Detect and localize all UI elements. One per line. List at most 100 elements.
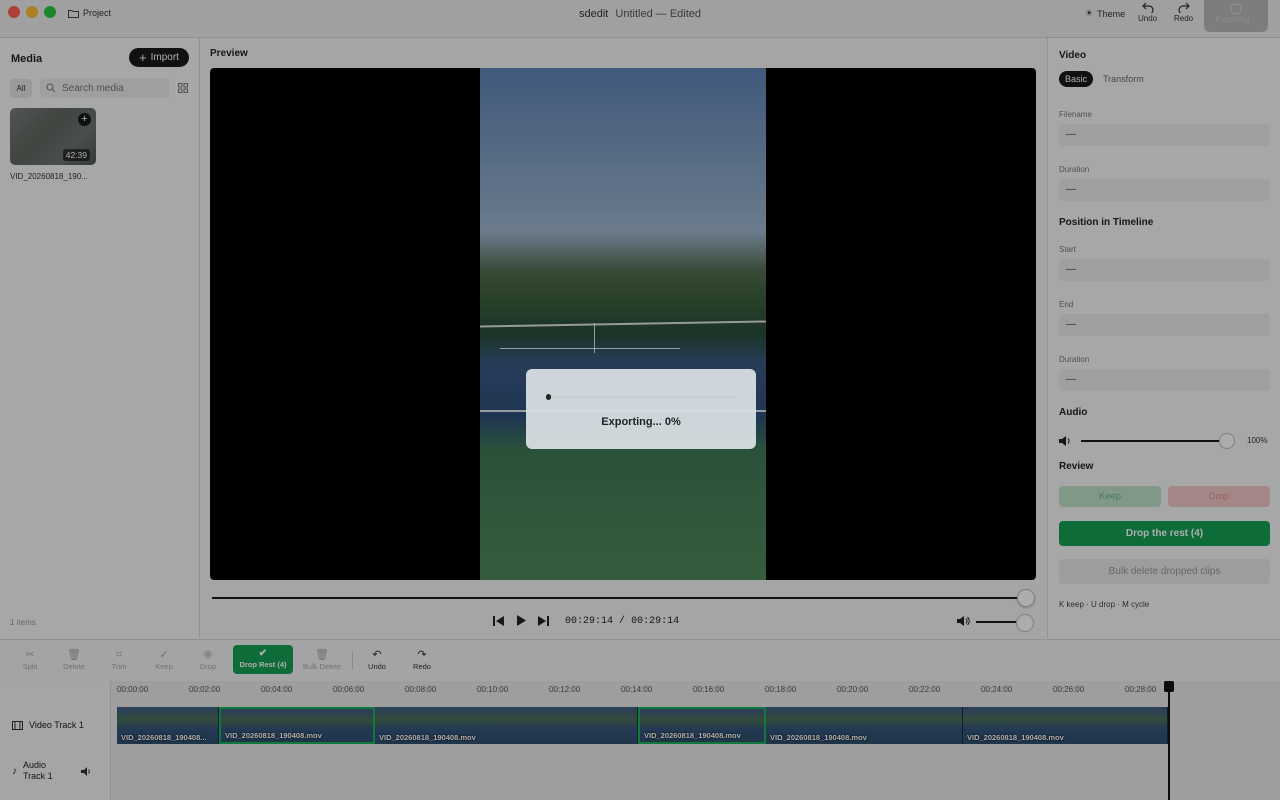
clip-name: VID_20260818_190408.mov [225,731,322,740]
keep-button[interactable]: Keep [1059,486,1161,507]
undo-label: Undo [1138,14,1158,23]
export-icon [1231,4,1241,14]
ruler-tick-label: 00:00:00 [117,685,149,694]
start-field: — [1059,259,1270,281]
window-close-button[interactable] [8,6,20,18]
preview-title: Preview [210,48,248,59]
x-circle-icon: ⊗ [203,649,213,661]
media-thumbnail[interactable]: + 42:39 [10,108,96,165]
ruler-tick-label: 00:28:00 [1125,685,1157,694]
speaker-icon [1059,436,1070,446]
redo-icon: ↷ [417,649,427,661]
preview-panel: Preview 00:29:14 / 00:29:14 [200,38,1046,638]
import-label: Import [150,52,179,63]
undo-icon: ↶ [372,649,382,661]
edit-toolbar: ✂ Split 🗑 Delete ⌗ Trim ✓ Keep ⊗ Drop ✔ … [0,639,1280,681]
trim-tool[interactable]: ⌗ Trim [99,648,139,671]
bulk-delete-button[interactable]: Bulk delete dropped clips [1059,559,1270,584]
delete-tool[interactable]: 🗑 Delete [54,648,94,671]
timeline-clip[interactable]: VID_20260818_190408.mov [963,707,1168,744]
drop-button[interactable]: Drop [1168,486,1270,507]
audio-section-title: Audio [1059,407,1088,418]
split-tool[interactable]: ✂ Split [10,648,50,671]
court-line [594,323,595,353]
end-field: — [1059,314,1270,336]
ruler-tick-label: 00:22:00 [909,685,941,694]
volume-knob[interactable] [1016,614,1034,632]
undo-tool[interactable]: ↶ Undo [357,648,397,671]
tab-basic[interactable]: Basic [1059,71,1094,87]
audio-volume-knob[interactable] [1219,433,1235,449]
filename-field: — [1059,124,1270,146]
clip-name: VID_20260818_190408.mov [770,733,867,742]
video-section-title: Video [1059,50,1087,61]
skip-forward-icon[interactable] [538,615,549,626]
redo-label: Redo [1174,14,1194,23]
project-label: Project [83,8,112,18]
volume-icon[interactable] [957,616,970,626]
media-duration: 42:39 [62,149,90,161]
playback-scrubber[interactable] [212,589,1035,607]
redo-tool[interactable]: ↷ Redo [402,648,442,671]
bulk-delete-tool[interactable]: 🗑 Bulk Delete [300,648,344,671]
video-track-header: Video Track 1 [12,720,84,730]
filter-all-button[interactable]: All [10,79,32,98]
timeline-clip[interactable]: VID_20260818_190408.mov [375,707,638,744]
timeline-ruler[interactable]: 00:00:00 00:02:00 00:04:00 00:06:00 00:08:00… [110,681,1280,703]
ruler-tick-label: 00:20:00 [837,685,869,694]
theme-label: Theme [1097,8,1126,19]
audio-volume-slider[interactable] [1081,440,1226,442]
play-icon[interactable] [516,615,526,626]
keep-tool[interactable]: ✓ Keep [144,648,184,671]
track-headers: Video Track 1 ♪ Audio Track 1 [0,681,111,800]
speaker-icon[interactable] [81,766,92,776]
delete-label: Delete [63,662,85,671]
keyboard-hint: K keep · U drop · M cycle [1059,600,1150,609]
drop-tool[interactable]: ⊗ Drop [188,648,228,671]
playhead[interactable] [1168,681,1170,800]
grid-view-icon[interactable] [178,83,188,93]
add-to-timeline-icon[interactable]: + [78,113,91,126]
start-label: Start [1059,245,1076,254]
undo-icon [1141,2,1154,13]
scrubber-knob[interactable] [1017,589,1035,607]
drop-rest-tool[interactable]: ✔ Drop Rest (4) [233,645,293,674]
inspector-tabs: Basic Transform [1059,71,1148,87]
split-label: Split [22,662,38,671]
export-button[interactable]: Exporting... [1204,0,1268,32]
theme-toggle[interactable]: ☀ Theme [1085,8,1125,19]
duration-field: — [1059,179,1270,201]
current-time: 00:29:14 [565,616,614,627]
crop-icon: ⌗ [115,649,123,661]
tab-transform[interactable]: Transform [1099,71,1148,87]
time-separator: / [619,616,626,627]
skip-back-icon[interactable] [493,615,504,626]
redo-icon [1177,2,1190,13]
search-input[interactable] [62,82,162,94]
media-title: Media [11,53,43,65]
timeline-clip[interactable]: VID_20260818_190408... [117,707,219,744]
ruler-tick-label: 00:18:00 [765,685,797,694]
ruler-tick-label: 00:24:00 [981,685,1013,694]
timeline-clip[interactable]: VID_20260818_190408.mov [638,707,766,744]
clip-name: VID_20260818_190408.mov [967,733,1064,742]
bulk-delete-tool-label: Bulk Delete [302,662,342,671]
video-track-label: Video Track 1 [29,720,84,730]
video-stage[interactable] [210,68,1036,580]
window-maximize-button[interactable] [44,6,56,18]
video-track-clips: VID_20260818_190408... VID_20260818_19040… [117,707,1168,744]
position-duration-label: Duration [1059,355,1090,364]
timeline-clip[interactable]: VID_20260818_190408.mov [766,707,963,744]
music-note-icon: ♪ [12,765,17,777]
timeline-clip[interactable]: VID_20260818_190408.mov [219,707,375,744]
window-minimize-button[interactable] [26,6,38,18]
check-circle-icon: ✓ [159,649,169,661]
transport-controls [493,615,549,626]
media-filename: VID_20260818_190... [10,172,88,181]
undo-button[interactable]: Undo [1138,2,1157,23]
plus-icon: + [139,49,147,65]
project-button[interactable]: Project [68,8,111,18]
drop-rest-button[interactable]: Drop the rest (4) [1059,521,1270,546]
import-button[interactable]: + Import [129,48,189,67]
redo-button[interactable]: Redo [1174,2,1193,23]
